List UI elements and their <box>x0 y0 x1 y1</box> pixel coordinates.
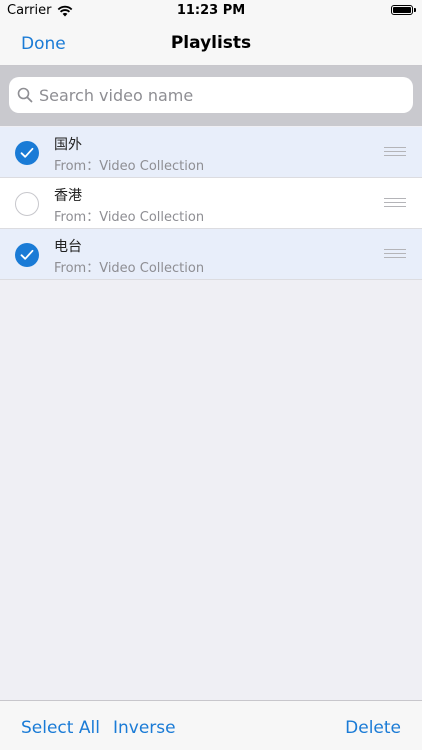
list-item[interactable]: 电台 From：Video Collection <box>0 229 422 280</box>
reorder-handle-icon[interactable] <box>384 198 406 208</box>
checkmark-icon[interactable] <box>15 141 39 165</box>
delete-button[interactable]: Delete <box>345 718 401 738</box>
reorder-handle-icon[interactable] <box>384 249 406 259</box>
list-item-subtitle: From：Video Collection <box>54 210 205 225</box>
select-all-button[interactable]: Select All <box>21 718 100 738</box>
search-bar-container <box>0 66 422 126</box>
inverse-button[interactable]: Inverse <box>113 718 176 738</box>
list-item[interactable]: 国外 From：Video Collection <box>0 127 422 178</box>
list-item-subtitle: From：Video Collection <box>54 261 205 276</box>
list-item-title: 香港 <box>54 188 82 204</box>
search-input[interactable] <box>39 85 399 105</box>
playlist-list: 国外 From：Video Collection 香港 From：Video Coll… <box>0 127 422 280</box>
page-title: Playlists <box>170 33 252 53</box>
battery-icon <box>391 5 416 15</box>
bottom-toolbar: Select All Inverse Delete <box>0 700 422 750</box>
list-item-title: 电台 <box>54 239 82 255</box>
status-time: 11:23 PM <box>176 3 246 18</box>
list-item-subtitle: From：Video Collection <box>54 159 205 174</box>
status-bar: Carrier 11:23 PM <box>0 0 422 22</box>
reorder-handle-icon[interactable] <box>384 147 406 157</box>
search-box[interactable] <box>9 77 413 113</box>
unchecked-circle-icon[interactable] <box>15 192 39 216</box>
checkmark-icon[interactable] <box>15 243 39 267</box>
navigation-bar: Done Playlists <box>0 22 422 66</box>
list-item-title: 国外 <box>54 137 82 153</box>
list-item[interactable]: 香港 From：Video Collection <box>0 178 422 229</box>
search-icon <box>17 87 33 103</box>
